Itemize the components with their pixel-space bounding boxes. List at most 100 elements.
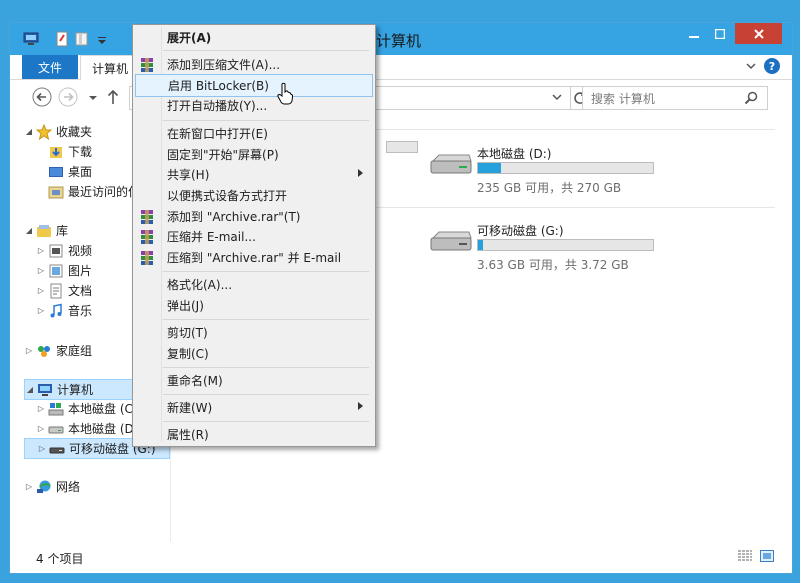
status-bar: 4 个项目 <box>10 540 792 572</box>
new-folder-icon[interactable] <box>74 31 90 47</box>
recent-places-icon <box>48 186 64 198</box>
documents-icon <box>50 283 62 298</box>
window-title: 计算机 <box>376 32 422 50</box>
collapse-icon[interactable]: ◢ <box>24 127 34 136</box>
menu-item-label: 添加到 "Archive.rar"(T) <box>167 210 301 224</box>
nav-label: 库 <box>56 224 69 238</box>
menu-item-expand[interactable]: 展开(A) <box>135 27 371 48</box>
menu-separator <box>163 394 369 395</box>
expand-icon[interactable]: ▷ <box>36 404 46 413</box>
drive-name: 可移动磁盘 (G:) <box>477 224 564 238</box>
winrar-icon <box>141 57 153 72</box>
nav-label: 计算机 <box>57 383 94 397</box>
menu-item-eject[interactable]: 弹出(J) <box>135 295 371 316</box>
menu-item-rename[interactable]: 重命名(M) <box>135 370 371 391</box>
menu-item-label: 展开(A) <box>167 31 212 45</box>
menu-item-label: 以便携式设备方式打开 <box>167 189 288 203</box>
computer-icon[interactable] <box>23 31 39 47</box>
menu-item-label: 添加到压缩文件(A)... <box>167 58 281 72</box>
menu-item-label: 启用 BitLocker(B) <box>168 79 269 93</box>
expand-icon[interactable]: ▷ <box>36 246 46 255</box>
minimize-button[interactable] <box>681 23 707 44</box>
drive-usage-fill <box>478 240 484 250</box>
menu-item-label: 压缩并 E-mail... <box>167 230 256 244</box>
submenu-arrow-icon <box>358 169 363 177</box>
expand-icon[interactable]: ▷ <box>37 444 47 453</box>
recent-locations-button[interactable] <box>82 86 104 108</box>
nav-label: 图片 <box>68 264 93 278</box>
details-view-icon[interactable] <box>738 550 752 562</box>
expand-icon[interactable]: ▷ <box>36 306 46 315</box>
forward-button[interactable] <box>57 86 79 108</box>
menu-separator <box>163 271 369 272</box>
menu-item-new[interactable]: 新建(W) <box>135 397 371 418</box>
collapse-icon[interactable]: ◢ <box>25 385 35 394</box>
menu-item-open-autoplay[interactable]: 打开自动播放(Y)... <box>135 95 371 116</box>
close-icon <box>753 28 764 39</box>
close-button[interactable] <box>735 23 782 44</box>
nav-label: 本地磁盘 (C:) <box>68 402 142 416</box>
title-bar: 计算机 <box>10 23 792 55</box>
up-button[interactable] <box>102 86 124 108</box>
menu-item-open-as-portable[interactable]: 以便携式设备方式打开 <box>135 185 371 206</box>
collapse-icon[interactable]: ◢ <box>24 226 34 235</box>
music-icon <box>50 303 62 317</box>
address-row: 搜索 计算机 <box>10 80 792 116</box>
tab-file[interactable]: 文件 <box>22 55 78 79</box>
menu-separator <box>163 120 369 121</box>
star-icon <box>36 123 52 140</box>
menu-item-open-new-window[interactable]: 在新窗口中打开(E) <box>135 123 371 144</box>
drive-free-space: 235 GB 可用，共 270 GB <box>477 181 622 195</box>
removable-drive-icon <box>49 447 65 453</box>
menu-item-add-to-archive-rar[interactable]: 添加到 "Archive.rar"(T) <box>135 206 371 227</box>
hard-drive-icon <box>430 154 472 174</box>
menu-item-share[interactable]: 共享(H) <box>135 164 371 185</box>
nav-label: 文档 <box>68 284 93 298</box>
back-button[interactable] <box>31 86 53 108</box>
chevron-down-icon[interactable] <box>744 59 758 73</box>
maximize-button[interactable] <box>707 23 733 44</box>
menu-item-add-to-archive[interactable]: 添加到压缩文件(A)... <box>135 54 371 75</box>
customize-toolbar-icon[interactable] <box>94 31 110 47</box>
drive-tile-d[interactable]: 本地磁盘 (D:) 235 GB 可用，共 270 GB <box>429 145 669 195</box>
computer-icon <box>38 383 52 396</box>
menu-item-pin-to-start[interactable]: 固定到"开始"屏幕(P) <box>135 144 371 165</box>
menu-item-cut[interactable]: 剪切(T) <box>135 322 371 343</box>
expand-icon[interactable]: ▷ <box>36 424 46 433</box>
expand-icon[interactable]: ▷ <box>24 346 34 355</box>
hand-cursor-icon <box>277 82 293 106</box>
winrar-icon <box>141 250 153 265</box>
nav-label: 下载 <box>68 145 93 159</box>
menu-item-compress-email[interactable]: 压缩并 E-mail... <box>135 226 371 247</box>
context-menu: 展开(A) 添加到压缩文件(A)... 启用 BitLocker(B) 打开自动… <box>132 24 376 447</box>
menu-item-copy[interactable]: 复制(C) <box>135 343 371 364</box>
expand-icon[interactable]: ▷ <box>36 266 46 275</box>
properties-icon[interactable] <box>54 31 70 47</box>
drive-tile-g[interactable]: 可移动磁盘 (G:) 3.63 GB 可用，共 3.72 GB <box>429 222 669 272</box>
menu-item-compress-rar-email[interactable]: 压缩到 "Archive.rar" 并 E-mail <box>135 247 371 268</box>
expand-icon[interactable]: ▷ <box>24 482 34 491</box>
large-icons-view-icon[interactable] <box>760 550 774 562</box>
drive-bar-partial <box>386 141 418 153</box>
explorer-window: 计算机 文件 计算机 ? 搜索 计算机 ◢ 收藏夹 下载 桌面 最近访问的位置 … <box>9 22 793 574</box>
menu-item-label: 重命名(M) <box>167 374 223 388</box>
search-icon[interactable] <box>743 90 759 106</box>
downloads-icon <box>50 146 62 158</box>
menu-item-format[interactable]: 格式化(A)... <box>135 274 371 295</box>
network-icon <box>37 480 51 493</box>
search-input[interactable]: 搜索 计算机 <box>582 86 768 110</box>
menu-item-label: 在新窗口中打开(E) <box>167 127 268 141</box>
expand-icon[interactable]: ▷ <box>36 286 46 295</box>
tab-computer[interactable]: 计算机 <box>80 55 140 80</box>
nav-label: 收藏夹 <box>56 125 93 139</box>
desktop-icon <box>49 166 63 177</box>
nav-computer[interactable]: ◢ 计算机 <box>24 379 134 400</box>
menu-item-enable-bitlocker[interactable]: 启用 BitLocker(B) <box>135 74 373 97</box>
nav-network[interactable]: ▷ 网络 <box>24 477 170 496</box>
menu-separator <box>163 421 369 422</box>
help-icon[interactable]: ? <box>764 58 780 74</box>
drive-name: 本地磁盘 (D:) <box>477 147 552 161</box>
nav-label: 视频 <box>68 244 93 258</box>
address-dropdown-button[interactable] <box>547 87 567 107</box>
menu-item-properties[interactable]: 属性(R) <box>135 424 371 445</box>
